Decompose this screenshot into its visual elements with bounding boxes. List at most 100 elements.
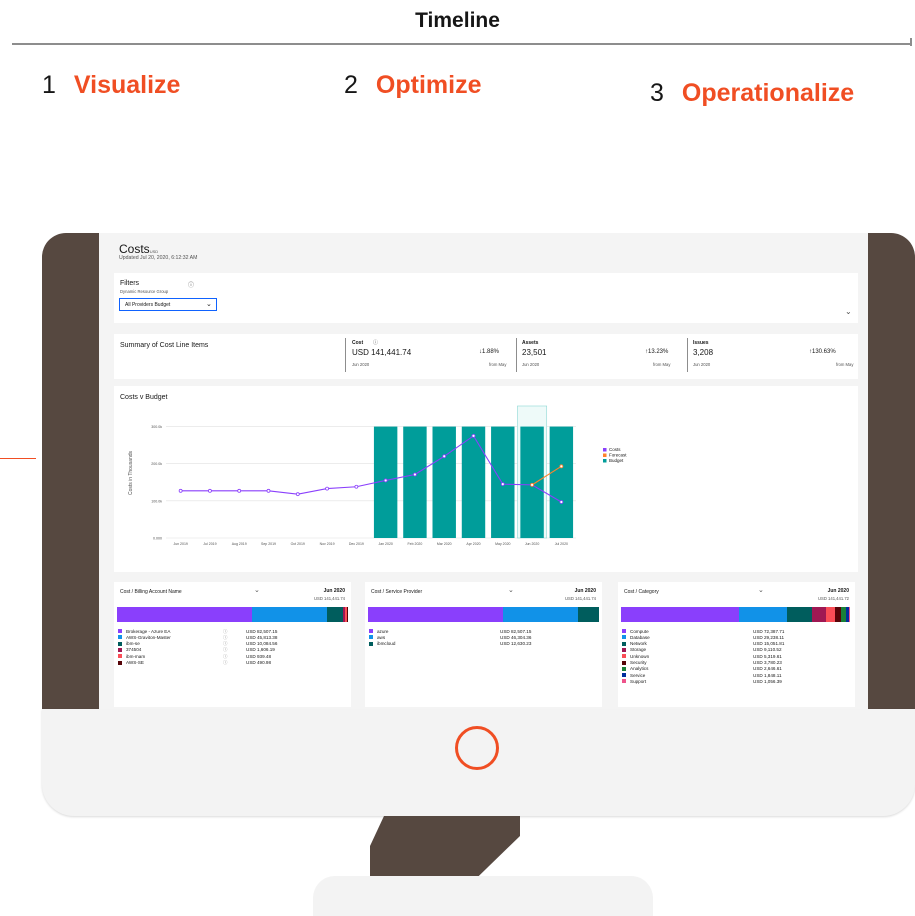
costs-budget-card: Costs v Budget 0.000 100.0k 200.0k 300.0k Co… [114, 386, 858, 572]
forecast-point [559, 464, 564, 469]
legend-item-name: Database [630, 634, 650, 640]
chevron-down-icon[interactable]: ⌄ [508, 586, 514, 594]
cost-value: USD 141,441.74 [352, 348, 412, 357]
divider [345, 338, 346, 372]
legend-item-value: USD 1,056.39 [753, 678, 782, 684]
x-tick-label: Oct 2019 [291, 542, 305, 546]
timeline-step-visualize: 1 Visualize [42, 71, 180, 100]
legend-swatch [622, 679, 626, 684]
costs-point [295, 492, 300, 497]
y-tick-label: 300.0k [151, 425, 162, 429]
stacked-segment[interactable] [117, 607, 252, 622]
step-label: Optimize [375, 71, 482, 99]
stacked-segment[interactable] [826, 607, 836, 622]
cost-change: ↓1.88% [479, 349, 500, 355]
panel-month: Jun 2020 [574, 588, 596, 594]
legend-label: Forecast [609, 453, 627, 458]
legend-item-value: USD 82,507.15 [500, 628, 532, 634]
info-icon[interactable]: ⓘ [188, 280, 194, 289]
expand-chevron-icon[interactable]: ⌄ [845, 307, 852, 316]
legend-item-name: azure [377, 628, 389, 634]
timeline-title: Timeline [415, 9, 500, 32]
legend-item-value: USD 29,238.11 [753, 634, 785, 640]
info-icon[interactable]: ⓘ [223, 635, 227, 641]
stacked-segment[interactable] [787, 607, 812, 622]
budget-bar [432, 426, 456, 538]
issues-value: 3,208 [693, 348, 714, 357]
info-icon[interactable]: ⓘ [223, 629, 227, 635]
stacked-segment[interactable] [347, 607, 348, 622]
legend-item-name: ibm-mam [126, 653, 146, 659]
legend-swatch [603, 459, 607, 463]
issues-date: Jun 2020 [693, 362, 711, 367]
legend-swatch [622, 629, 626, 633]
legend-swatch [603, 453, 607, 457]
timeline-divider-end [910, 38, 912, 46]
legend-swatch [118, 654, 122, 659]
legend-item-name: Analytics [630, 666, 649, 672]
stacked-segment[interactable] [251, 607, 327, 622]
chevron-down-icon[interactable]: ⌄ [254, 586, 260, 594]
stacked-segment[interactable] [621, 607, 740, 622]
legend-item-name: Compute [630, 628, 649, 634]
x-tick-label: Jul 2019 [203, 542, 216, 546]
legend-item-name: ibm-se [126, 641, 140, 647]
legend-swatch [118, 641, 122, 646]
provider-dropdown[interactable]: All Providers Budget ⌄ [119, 298, 217, 311]
costs-point [413, 472, 417, 477]
info-icon[interactable]: ⓘ [373, 339, 378, 346]
step-number: 3 [650, 79, 664, 107]
timeline-divider [12, 43, 912, 45]
x-tick-label: May 2020 [495, 542, 510, 546]
issues-from: from May [836, 362, 854, 367]
page-title: CostsUSD [119, 242, 159, 256]
costs-point [383, 478, 388, 483]
filters-card: Filters ⓘ Dynamic Resource Group All Pro… [114, 273, 858, 323]
legend-item-value: USD 12,630.23 [500, 641, 532, 647]
stacked-segment[interactable] [326, 607, 343, 622]
stacked-segment[interactable] [368, 607, 503, 622]
panel-total: USD 141,441.72 [818, 596, 849, 601]
legend-item-value: USD 5,319.61 [753, 653, 782, 659]
legend-swatch [118, 635, 122, 640]
y-axis-label: Costs in Thousands [128, 450, 134, 495]
x-tick-label: Aug 2019 [232, 542, 247, 546]
legend-item-name: Brokerage - Azure EA [126, 628, 171, 634]
step-number: 1 [42, 71, 56, 99]
stacked-segment[interactable] [739, 607, 788, 622]
budget-bar [549, 426, 574, 538]
legend-item-value: USD 82,507.15 [246, 628, 278, 634]
cost-label: Cost [352, 340, 364, 346]
legend-item-name: 374504 [126, 647, 142, 653]
stacked-segment[interactable] [848, 607, 851, 622]
stacked-segment[interactable] [502, 607, 579, 622]
legend-swatch [622, 641, 626, 646]
power-button-icon [455, 726, 499, 770]
issues-change: ↑130.63% [809, 349, 836, 355]
stacked-bar [368, 607, 599, 622]
stacked-segment[interactable] [811, 607, 827, 622]
info-icon[interactable]: ⓘ [223, 647, 227, 653]
legend-swatch [369, 635, 373, 640]
stacked-segment[interactable] [578, 607, 599, 622]
info-icon[interactable]: ⓘ [223, 654, 227, 660]
legend-swatch [622, 666, 626, 671]
dropdown-value: All Providers Budget [125, 302, 171, 308]
panel-month: Jun 2020 [323, 588, 345, 594]
legend-item-value: USD 2,646.61 [753, 666, 782, 672]
summary-card: Summary of Cost Line Items Cost ⓘ USD 14… [114, 334, 858, 379]
divider [516, 338, 517, 372]
budget-bar [520, 426, 544, 538]
chevron-down-icon[interactable]: ⌄ [758, 586, 764, 594]
x-tick-label: Mar 2020 [437, 542, 452, 546]
service-provider-panel: Cost / Service Provider ⌄ Jun 2020 USD 141,… [365, 582, 602, 707]
legend-swatch [622, 635, 626, 640]
legend-swatch [603, 448, 607, 452]
assets-from: from May [653, 362, 671, 367]
x-tick-label: Jun 2019 [173, 542, 187, 546]
legend-item-name: Service [630, 672, 646, 678]
x-tick-label: Nov 2019 [320, 542, 335, 546]
info-icon[interactable]: ⓘ [223, 660, 227, 666]
cost-from: from May [489, 362, 507, 367]
dashboard-screen: CostsUSD Updated Jul 20, 2020, 6:12:32 A… [99, 233, 868, 709]
